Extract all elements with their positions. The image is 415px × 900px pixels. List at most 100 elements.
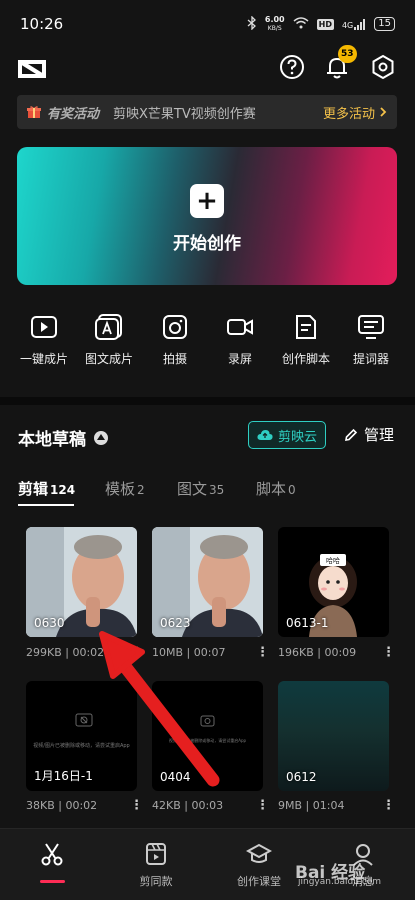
gift-icon xyxy=(27,106,41,118)
baidu-watermark-url: jingyan.baidu.com xyxy=(298,877,382,887)
promo-banner[interactable]: 有奖活动 剪映X芒果TV视频创作赛 更多活动 xyxy=(17,95,397,129)
draft-size: 9MB xyxy=(278,799,303,812)
avatar-caption: 哈哈 xyxy=(326,556,340,565)
tab-count: 35 xyxy=(209,483,225,497)
draft-name: 0613-1 xyxy=(286,616,329,630)
more-options-icon[interactable]: ⋮ xyxy=(130,798,143,813)
camera-icon xyxy=(163,315,187,339)
letter-a-icon xyxy=(95,314,122,340)
more-options-icon[interactable]: ⋮ xyxy=(382,798,395,813)
more-activities-link[interactable]: 更多活动 xyxy=(323,103,387,122)
battery-indicator: 15 xyxy=(374,17,395,31)
draft-thumbnail[interactable]: 0630 xyxy=(26,527,137,637)
tool-creation-script[interactable]: 创作脚本 xyxy=(271,312,341,367)
cloud-label: 剪映云 xyxy=(277,429,317,445)
tool-teleprompter[interactable]: 提词器 xyxy=(336,312,406,367)
drafts-title-label: 本地草稿 xyxy=(18,430,86,450)
nav-label: 剪同款 xyxy=(139,875,173,888)
draft-duration: 00:02 xyxy=(65,799,98,812)
nav-classroom[interactable]: 创作课堂 xyxy=(219,841,299,889)
bluetooth-icon xyxy=(247,14,257,33)
tool-label: 提词器 xyxy=(352,352,389,366)
nav-templates[interactable]: 剪同款 xyxy=(116,841,196,889)
draft-size: 10MB xyxy=(152,646,184,659)
tool-label: 录屏 xyxy=(227,352,252,366)
draft-duration: 00:02 xyxy=(72,646,105,659)
plus-icon: + xyxy=(190,184,224,218)
draft-thumbnail[interactable]: 视频/图片已被删除或移动，请尝试重启App 0404 xyxy=(152,681,263,791)
tool-label: 拍摄 xyxy=(162,352,187,366)
notification-badge: 53 xyxy=(338,45,357,63)
settings-icon[interactable] xyxy=(369,53,397,81)
capcut-logo xyxy=(18,60,46,78)
active-tab-underline xyxy=(18,504,74,506)
draft-meta: 299KB | 00:02 xyxy=(26,646,105,659)
draft-duration: 00:07 xyxy=(193,646,226,659)
more-options-icon[interactable]: ⋮ xyxy=(130,645,143,660)
tool-text-to-video[interactable]: 图文成片 xyxy=(74,312,144,367)
nav-edit[interactable] xyxy=(12,841,92,867)
speed-value: 6.00 xyxy=(264,15,285,24)
graduation-cap-icon xyxy=(246,843,272,863)
nav-label: 创作课堂 xyxy=(237,875,281,888)
draft-thumbnail[interactable]: 0623 xyxy=(152,527,263,637)
missing-media-text: 视频/图片已被删除或移动，请尝试重启App xyxy=(33,743,130,749)
more-options-icon[interactable]: ⋮ xyxy=(256,798,269,813)
draft-meta: 9MB | 01:04 xyxy=(278,799,345,812)
draft-name: 0612 xyxy=(286,770,317,784)
tab-label: 脚本 xyxy=(256,480,287,498)
draft-thumbnail[interactable]: 0612 xyxy=(278,681,389,791)
tool-screen-record[interactable]: 录屏 xyxy=(205,312,275,367)
cloud-icon xyxy=(257,430,273,440)
template-icon xyxy=(146,843,166,865)
tab-label: 图文 xyxy=(177,480,208,498)
tab-count: 0 xyxy=(288,483,296,497)
tool-label: 一键成片 xyxy=(19,352,68,366)
draft-name: 0404 xyxy=(160,770,191,784)
help-icon[interactable] xyxy=(278,53,306,81)
draft-thumbnail[interactable]: 哈哈 0613-1 xyxy=(278,527,389,637)
status-time: 10:26 xyxy=(20,15,64,33)
draft-meta: 38KB | 00:02 xyxy=(26,799,98,812)
draft-meta: 42KB | 00:03 xyxy=(152,799,224,812)
draft-size: 196KB xyxy=(278,646,314,659)
section-divider xyxy=(0,397,415,405)
start-creating-card[interactable]: + 开始创作 xyxy=(17,147,397,285)
draft-duration: 00:03 xyxy=(191,799,224,812)
hd-badge: HD xyxy=(316,18,334,30)
missing-media-text: 视频/图片已被删除或移动，请尝试重启App xyxy=(168,738,247,743)
draft-meta: 10MB | 00:07 xyxy=(152,646,226,659)
cloud-button[interactable]: 剪映云 xyxy=(248,421,326,449)
tab-script[interactable]: 脚本 0 xyxy=(256,478,296,499)
wifi-icon xyxy=(293,16,309,32)
manage-button[interactable]: 管理 xyxy=(344,424,394,445)
video-record-icon xyxy=(227,319,253,335)
promo-text: 剪映X芒果TV视频创作赛 xyxy=(113,106,256,122)
tab-text-image[interactable]: 图文 35 xyxy=(177,478,224,499)
draft-duration: 01:04 xyxy=(312,799,345,812)
draft-meta: 196KB | 00:09 xyxy=(278,646,357,659)
tab-template[interactable]: 模板 2 xyxy=(105,478,145,499)
draft-thumbnail[interactable]: 视频/图片已被删除或移动，请尝试重启App 1月16日-1 xyxy=(26,681,137,791)
draft-size: 42KB xyxy=(152,799,181,812)
tool-one-click-video[interactable]: 一键成片 xyxy=(9,312,79,367)
top-bar: 53 xyxy=(0,45,415,88)
edit-icon xyxy=(345,428,358,441)
tab-count: 2 xyxy=(137,483,145,497)
more-options-icon[interactable]: ⋮ xyxy=(382,645,395,660)
status-bar: 10:26 6.00 KB/S HD 4G 15 xyxy=(0,0,415,48)
tab-label: 剪辑 xyxy=(18,480,49,498)
tab-edit[interactable]: 剪辑 124 xyxy=(18,478,75,499)
more-options-icon[interactable]: ⋮ xyxy=(256,645,269,660)
more-activities-label: 更多活动 xyxy=(322,106,375,122)
local-drafts-title[interactable]: 本地草稿 xyxy=(18,425,108,450)
active-nav-indicator xyxy=(40,880,65,883)
scissors-icon xyxy=(41,843,63,866)
tab-label: 模板 xyxy=(105,480,136,498)
tool-shoot[interactable]: 拍摄 xyxy=(140,312,210,367)
draft-name: 0630 xyxy=(34,616,65,630)
play-square-icon xyxy=(31,316,57,338)
start-creating-label: 开始创作 xyxy=(173,234,241,254)
quick-tools: 一键成片 图文成片 拍摄 录屏 创作脚本 提词器 xyxy=(0,312,415,372)
status-icons: 6.00 KB/S HD 4G 15 xyxy=(247,14,395,33)
